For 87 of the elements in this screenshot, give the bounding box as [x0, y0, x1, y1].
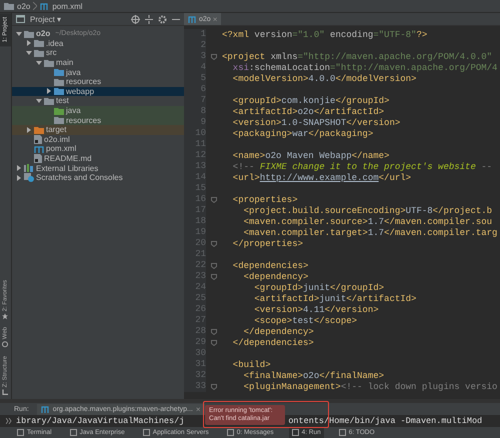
- tree-item[interactable]: pom.xml: [46, 144, 76, 154]
- fold-icon[interactable]: [211, 54, 217, 60]
- tool-icon: [70, 429, 77, 436]
- tree-item[interactable]: README.md: [44, 154, 92, 164]
- maven-icon: [188, 16, 197, 22]
- library-icon: [24, 164, 34, 172]
- folder-icon: [4, 2, 14, 10]
- tree-item[interactable]: main: [56, 58, 74, 68]
- collapsed-arrow-icon[interactable]: [16, 165, 22, 172]
- maven-icon: [40, 406, 50, 412]
- code-line: </dependencies>: [232, 338, 314, 348]
- collapsed-arrow-icon[interactable]: [26, 126, 32, 133]
- fold-icon[interactable]: [211, 196, 217, 202]
- tree-item[interactable]: target: [46, 125, 66, 134]
- tree-item[interactable]: webapp: [66, 86, 94, 96]
- code-line: <pluginManagement><!-- lock down plugins versio: [242, 382, 498, 392]
- code-line: <project xmlns="http://maven.apache.org/POM/4.0.0": [222, 52, 492, 62]
- tool-icon: [292, 429, 299, 436]
- collapsed-arrow-icon[interactable]: [26, 40, 32, 46]
- tree-item[interactable]: resources: [66, 116, 102, 125]
- tool-icon: [338, 429, 346, 436]
- expanded-arrow-icon[interactable]: [36, 60, 42, 66]
- code-line: <artifactId>junit</artifactId>: [253, 294, 416, 304]
- fold-icon[interactable]: [211, 262, 217, 268]
- code-line: <?xml version="1.0" encoding="UTF-8"?>: [222, 30, 428, 40]
- code-line: <!-- FIXME change it to the project's website --: [232, 162, 492, 172]
- tree-item[interactable]: resources: [66, 77, 102, 86]
- tool-icon: [17, 429, 24, 436]
- expanded-arrow-icon[interactable]: [36, 98, 42, 104]
- panel-title[interactable]: Project ▾: [30, 14, 62, 24]
- code-line: <groupId>com.konjie</groupId>: [232, 96, 390, 106]
- code-line: <scope>test</scope>: [253, 316, 358, 326]
- maven-icon: [34, 144, 44, 153]
- tree-item[interactable]: o2o.iml: [44, 134, 70, 144]
- expanded-arrow-icon[interactable]: [16, 30, 22, 37]
- tool-icon: [142, 429, 150, 436]
- code-line: <maven.compiler.source>1.7</maven.compiler.sou: [242, 216, 492, 226]
- fold-icon[interactable]: [211, 274, 217, 280]
- target-icon[interactable]: [131, 14, 140, 24]
- code-line: </dependency>: [242, 326, 314, 336]
- breadcrumb-item[interactable]: o2o: [17, 2, 30, 10]
- console-text: ibrary/Java/JavaVirtualMachines/j: [16, 416, 184, 426]
- code-line: <build>: [232, 360, 271, 370]
- code-line: <dependency>: [242, 272, 308, 282]
- code-line: <modelVersion>4.0.0</modelVersion>: [232, 74, 416, 84]
- tree-item[interactable]: java: [66, 106, 81, 116]
- code-line: <name>o2o Maven Webapp</name>: [232, 150, 390, 160]
- fold-icon[interactable]: [211, 328, 217, 334]
- fold-icon[interactable]: [211, 240, 217, 246]
- tree-item[interactable]: Scratches and Consoles: [36, 173, 123, 182]
- tree-item[interactable]: External Libraries: [36, 164, 98, 173]
- code-line: xsi:schemaLocation="http://maven.apache.org/POM/4: [232, 62, 498, 72]
- file-icon: [34, 154, 42, 164]
- fold-icon[interactable]: [211, 340, 217, 346]
- code-line: <url>http://www.example.com</url>: [232, 172, 412, 182]
- panel-icon: [16, 15, 25, 23]
- collapsed-arrow-icon[interactable]: [46, 88, 52, 94]
- tool-icon: [226, 429, 234, 436]
- star-icon: [2, 313, 8, 320]
- code-line: <packaging>war</packaging>: [232, 128, 374, 138]
- tree-item[interactable]: .idea: [46, 38, 64, 48]
- scratches-icon: [24, 173, 34, 182]
- code-line: <version>1.0-SNAPSHOT</version>: [232, 118, 400, 128]
- code-line: <groupId>junit</groupId>: [253, 282, 384, 292]
- code-line: <artifactId>o2o</artifactId>: [232, 106, 384, 116]
- collapsed-arrow-icon[interactable]: [16, 174, 22, 181]
- code-line: <maven.compiler.target>1.7</maven.compiler.targ: [242, 228, 498, 238]
- tree-item[interactable]: o2o: [36, 29, 50, 38]
- code-line: </properties>: [232, 238, 304, 248]
- collapse-icon[interactable]: [145, 14, 153, 24]
- tree-item[interactable]: test: [56, 96, 69, 106]
- fold-icon[interactable]: [211, 384, 217, 390]
- expanded-arrow-icon[interactable]: [26, 50, 32, 56]
- globe-icon: [2, 342, 8, 348]
- settings-icon[interactable]: [158, 14, 167, 24]
- tree-item[interactable]: src: [46, 48, 57, 58]
- structure-icon: [2, 389, 8, 395]
- code-line: <version>4.11</version>: [253, 304, 379, 314]
- maven-icon: [40, 2, 50, 10]
- tree-item[interactable]: java: [66, 68, 81, 77]
- breadcrumb-item[interactable]: pom.xml: [52, 2, 83, 10]
- code-line: <properties>: [232, 194, 298, 204]
- chevron-icon: [33, 2, 38, 10]
- expand-icon[interactable]: [6, 418, 12, 424]
- code-line: <finalName>o2o</finalName>: [242, 370, 384, 380]
- code-line: <dependencies>: [232, 260, 308, 270]
- code-line: <project.build.sourceEncoding>UTF-8</project.b: [242, 206, 492, 216]
